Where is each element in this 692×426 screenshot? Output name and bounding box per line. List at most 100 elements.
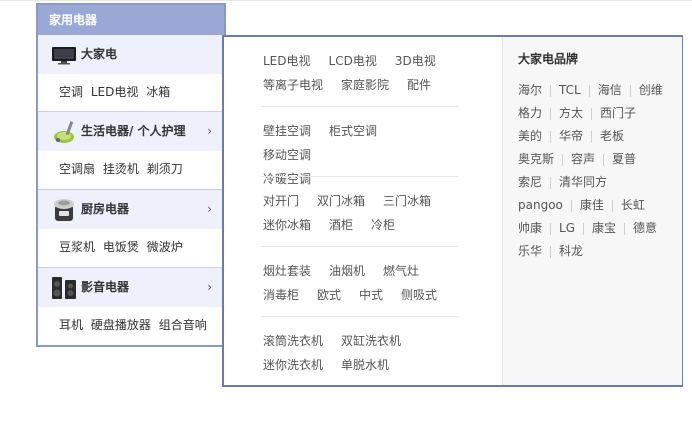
brand-link[interactable]: 夏普 bbox=[612, 152, 636, 166]
brand-link[interactable]: 康佳 bbox=[580, 198, 604, 212]
subcategory-link[interactable]: 油烟机 bbox=[329, 259, 365, 283]
category-header[interactable]: 厨房电器 › bbox=[38, 190, 224, 229]
subcategory-link[interactable]: 滚筒洗衣机 bbox=[263, 329, 323, 353]
sub-link[interactable]: 微波炉 bbox=[147, 240, 183, 254]
category-header[interactable]: 影音电器 › bbox=[38, 268, 224, 307]
subcategory-link[interactable]: 对开门 bbox=[263, 189, 299, 213]
subcategory-link[interactable]: 迷你洗衣机 bbox=[263, 353, 323, 377]
brand-link[interactable]: 康宝 bbox=[592, 221, 616, 235]
brand-link[interactable]: 容声 bbox=[571, 152, 595, 166]
brand-link[interactable]: 奥克斯 bbox=[518, 152, 554, 166]
brand-link[interactable]: TCL bbox=[559, 83, 581, 97]
brand-link[interactable]: 美的 bbox=[518, 129, 542, 143]
category-subs: 空调扇 挂烫机 剃须刀 bbox=[38, 151, 224, 188]
brand-link[interactable]: 德意 bbox=[633, 221, 657, 235]
subcategory-link[interactable]: 迷你冰箱 bbox=[263, 213, 311, 237]
brand-link[interactable]: 海信 bbox=[598, 83, 622, 97]
subcategory-link[interactable]: 单脱水机 bbox=[341, 353, 389, 377]
rice-cooker-icon bbox=[50, 196, 78, 224]
subcategory-group-fridge: 对开门 双门冰箱 三门冰箱 迷你冰箱 酒柜 冷柜 bbox=[263, 189, 457, 237]
category-big-appliances[interactable]: 大家电 空调 LED电视 冰箱 bbox=[38, 35, 224, 111]
brand-link[interactable]: 方太 bbox=[559, 106, 583, 120]
menu-title: 家用电器 bbox=[38, 5, 224, 35]
brand-row: 乐华 科龙 bbox=[518, 240, 678, 263]
subcategory-link[interactable]: 冷柜 bbox=[371, 213, 395, 237]
brand-link[interactable]: 海尔 bbox=[518, 83, 542, 97]
separator bbox=[550, 107, 552, 120]
brand-link[interactable]: 格力 bbox=[518, 106, 542, 120]
sub-link[interactable]: 硬盘播放器 bbox=[91, 318, 151, 332]
sub-link[interactable]: 组合音响 bbox=[159, 318, 207, 332]
category-name: 影音电器 bbox=[81, 280, 130, 294]
separator bbox=[629, 84, 631, 97]
subcategory-link[interactable]: 中式 bbox=[359, 283, 383, 307]
chevron-right-icon: › bbox=[207, 280, 212, 294]
category-personal-care[interactable]: 生活电器/ 个人护理 › 空调扇 挂烫机 剃须刀 bbox=[38, 112, 224, 188]
brand-link[interactable]: 长虹 bbox=[621, 198, 645, 212]
subcategory-link[interactable]: 三门冰箱 bbox=[383, 189, 431, 213]
category-header[interactable]: 生活电器/ 个人护理 › bbox=[38, 112, 224, 151]
subcategory-link[interactable]: 酒柜 bbox=[329, 213, 353, 237]
brand-link[interactable]: 华帝 bbox=[559, 129, 583, 143]
category-header[interactable]: 大家电 bbox=[38, 35, 224, 74]
category-subs: 空调 LED电视 冰箱 bbox=[38, 74, 224, 111]
brand-link[interactable]: 老板 bbox=[600, 129, 624, 143]
subcategory-link[interactable]: LED电视 bbox=[263, 49, 311, 73]
subcategory-link[interactable]: 双门冰箱 bbox=[317, 189, 365, 213]
separator bbox=[624, 222, 626, 235]
sub-link[interactable]: 剃须刀 bbox=[147, 162, 183, 176]
subcategory-link[interactable]: 移动空调 bbox=[263, 143, 311, 167]
subcategory-group-ac: 壁挂空调 柜式空调移动空调 冷暖空调 bbox=[263, 119, 457, 191]
subcategory-link[interactable]: 3D电视 bbox=[395, 49, 436, 73]
brand-link[interactable]: 清华同方 bbox=[559, 175, 607, 189]
brand-row: 索尼 清华同方 bbox=[518, 171, 678, 194]
subcategory-link[interactable]: 侧吸式 bbox=[401, 283, 437, 307]
separator bbox=[611, 199, 613, 212]
separator bbox=[591, 130, 593, 143]
subcategory-link[interactable]: 柜式空调 bbox=[329, 119, 377, 143]
subcategory-link[interactable]: 壁挂空调 bbox=[263, 119, 311, 143]
subcategory-link[interactable]: 烟灶套装 bbox=[263, 259, 311, 283]
subcategory-link[interactable]: 等离子电视 bbox=[263, 73, 323, 97]
brand-link[interactable]: 创维 bbox=[639, 83, 663, 97]
separator bbox=[550, 84, 552, 97]
subcategory-link[interactable]: 消毒柜 bbox=[263, 283, 299, 307]
sub-link[interactable]: 冰箱 bbox=[146, 85, 170, 99]
brand-link[interactable]: 帅康 bbox=[518, 221, 542, 235]
flyout-panel: LED电视 LCD电视 3D电视 等离子电视 家庭影院 配件 壁挂空调 柜式空调移动空调 … bbox=[222, 35, 683, 387]
subcategory-link[interactable]: 配件 bbox=[407, 73, 431, 97]
separator bbox=[550, 245, 552, 258]
subcategory-link[interactable]: 双缸洗衣机 bbox=[341, 329, 401, 353]
separator bbox=[550, 176, 552, 189]
sub-link[interactable]: 耳机 bbox=[59, 318, 83, 332]
vacuum-cleaner-icon bbox=[50, 118, 78, 146]
category-audio-video[interactable]: 影音电器 › 耳机 硬盘播放器 组合音响 bbox=[38, 268, 224, 344]
sub-link[interactable]: 电饭煲 bbox=[103, 240, 139, 254]
separator bbox=[550, 130, 552, 143]
subcategory-link[interactable]: 家庭影院 bbox=[341, 73, 389, 97]
brand-row: 格力 方太 西门子 bbox=[518, 102, 678, 125]
sub-link[interactable]: 挂烫机 bbox=[103, 162, 139, 176]
separator bbox=[562, 153, 564, 166]
brand-row: pangoo 康佳 长虹 bbox=[518, 194, 678, 217]
sub-link[interactable]: 豆浆机 bbox=[59, 240, 95, 254]
subcategory-link[interactable]: 冷暖空调 bbox=[263, 167, 311, 191]
brand-link[interactable]: pangoo bbox=[518, 198, 563, 212]
subcategory-link[interactable]: 欧式 bbox=[317, 283, 341, 307]
category-name: 厨房电器 bbox=[81, 202, 130, 216]
separator bbox=[570, 199, 572, 212]
brand-link[interactable]: 乐华 bbox=[518, 244, 542, 258]
category-kitchen[interactable]: 厨房电器 › 豆浆机 电饭煲 微波炉 bbox=[38, 190, 224, 266]
sub-link[interactable]: 空调扇 bbox=[59, 162, 95, 176]
brand-link[interactable]: LG bbox=[559, 221, 575, 235]
subcategory-link[interactable]: 燃气灶 bbox=[383, 259, 419, 283]
brand-link[interactable]: 西门子 bbox=[600, 106, 636, 120]
brand-link[interactable]: 科龙 bbox=[559, 244, 583, 258]
separator bbox=[603, 153, 605, 166]
subcategory-link[interactable]: LCD电视 bbox=[329, 49, 377, 73]
brand-link[interactable]: 索尼 bbox=[518, 175, 542, 189]
brand-list: 海尔 TCL 海信 创维 格力 方太 西门子 美的 华帝 老板 奥克斯 容声 夏普 索尼 清华同方 … bbox=[518, 79, 678, 263]
sub-link[interactable]: LED电视 bbox=[91, 85, 139, 99]
category-subs: 豆浆机 电饭煲 微波炉 bbox=[38, 229, 224, 266]
sub-link[interactable]: 空调 bbox=[59, 85, 83, 99]
